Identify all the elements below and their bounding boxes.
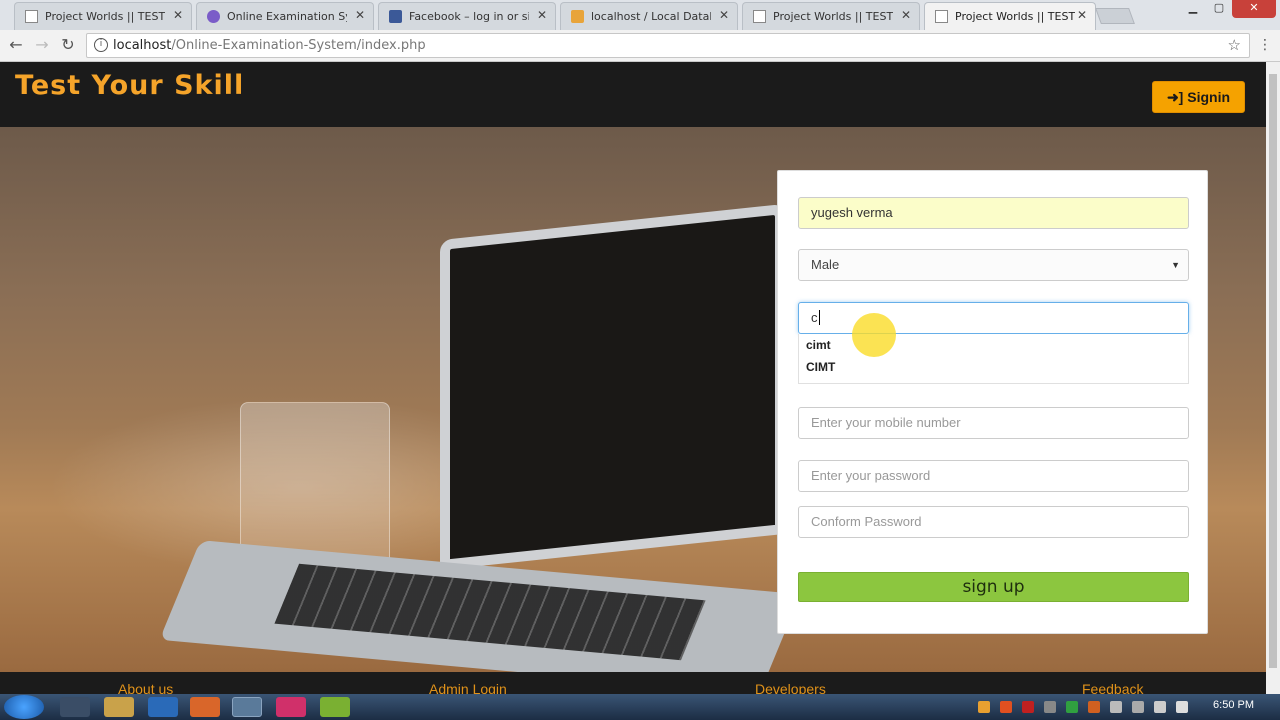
signup-form: yugesh verma Male ▼ c cimt CIMT Enter yo… bbox=[777, 170, 1208, 634]
facebook-icon bbox=[389, 10, 402, 23]
bookmark-star-icon[interactable]: ☆ bbox=[1228, 34, 1241, 57]
site-icon bbox=[207, 10, 220, 23]
tab-title: localhost / Local Databases bbox=[591, 10, 711, 23]
browser-tab-6[interactable]: Project Worlds || TEST YOUR SKILL ✕ bbox=[924, 2, 1096, 30]
browser-tab-1[interactable]: Project Worlds || TEST YOUR SKILL ✕ bbox=[14, 2, 192, 30]
developers-link[interactable]: Developers bbox=[755, 681, 826, 694]
page-scrollbar[interactable] bbox=[1266, 62, 1280, 694]
page-icon bbox=[935, 10, 948, 23]
tab-title: Project Worlds || TEST YOUR SKILL bbox=[773, 10, 893, 23]
forward-arrow-icon[interactable]: → bbox=[32, 35, 52, 55]
tab-title: Project Worlds || TEST YOUR SKILL bbox=[45, 10, 165, 23]
signin-button[interactable]: ➜] Signin bbox=[1152, 81, 1245, 113]
volume-icon[interactable] bbox=[1176, 701, 1188, 713]
minimize-icon[interactable]: ▁ bbox=[1180, 0, 1206, 18]
tray-icon[interactable] bbox=[1088, 701, 1100, 713]
tray-icon[interactable] bbox=[978, 701, 990, 713]
chrome-icon[interactable] bbox=[232, 697, 262, 717]
chevron-down-icon: ▼ bbox=[1171, 260, 1180, 270]
menu-icon[interactable]: ⋮ bbox=[1258, 37, 1272, 53]
tab-title: Facebook – log in or sign up bbox=[409, 10, 529, 23]
android-studio-icon[interactable] bbox=[320, 697, 350, 717]
maximize-icon[interactable]: ▢ bbox=[1206, 0, 1232, 18]
scrollbar-thumb[interactable] bbox=[1269, 74, 1277, 668]
about-us-link[interactable]: About us bbox=[118, 681, 173, 694]
browser-tab-5[interactable]: Project Worlds || TEST YOUR SKILL ✕ bbox=[742, 2, 920, 30]
tray-icon[interactable] bbox=[1000, 701, 1012, 713]
signin-icon: ➜] bbox=[1166, 89, 1184, 105]
tab-title: Online Examination System bbox=[227, 10, 347, 23]
browser-tab-bar: Project Worlds || TEST YOUR SKILL ✕ Onli… bbox=[0, 0, 1280, 30]
browser-tab-3[interactable]: Facebook – log in or sign up ✕ bbox=[378, 2, 556, 30]
page-icon bbox=[753, 10, 766, 23]
close-tab-icon[interactable]: ✕ bbox=[1077, 8, 1087, 22]
close-tab-icon[interactable]: ✕ bbox=[537, 8, 547, 22]
address-bar-row: ← → ↻ i localhost/Online-Examination-Sys… bbox=[0, 30, 1280, 62]
cursor-highlight bbox=[852, 313, 896, 357]
app-icon[interactable] bbox=[276, 697, 306, 717]
browser-tab-2[interactable]: Online Examination System ✕ bbox=[196, 2, 374, 30]
text-caret bbox=[818, 310, 820, 325]
signal-icon[interactable] bbox=[1110, 701, 1122, 713]
close-tab-icon[interactable]: ✕ bbox=[173, 8, 183, 22]
tray-icon[interactable] bbox=[1044, 701, 1056, 713]
close-window-icon[interactable]: ✕ bbox=[1232, 0, 1276, 18]
window-controls: ▁ ▢ ✕ bbox=[1180, 0, 1276, 20]
flag-icon[interactable] bbox=[1154, 701, 1166, 713]
admin-login-link[interactable]: Admin Login bbox=[429, 681, 507, 694]
close-tab-icon[interactable]: ✕ bbox=[355, 8, 365, 22]
autocomplete-option[interactable]: CIMT bbox=[799, 356, 1188, 378]
site-header: Test Your Skill ➜] Signin bbox=[0, 62, 1266, 127]
feedback-link[interactable]: Feedback bbox=[1082, 681, 1143, 694]
signup-button[interactable]: sign up bbox=[798, 572, 1189, 602]
browser-tab-4[interactable]: localhost / Local Databases ✕ bbox=[560, 2, 738, 30]
url-path: /Online-Examination-System/index.php bbox=[171, 38, 426, 53]
tab-title: Project Worlds || TEST YOUR SKILL bbox=[955, 10, 1075, 23]
back-arrow-icon[interactable]: ← bbox=[6, 35, 26, 55]
new-tab-button[interactable] bbox=[1095, 8, 1135, 24]
reload-icon[interactable]: ↻ bbox=[58, 35, 78, 55]
gender-value: Male bbox=[811, 257, 840, 272]
windows-taskbar: 6:50 PM bbox=[0, 694, 1280, 720]
info-icon[interactable]: i bbox=[94, 38, 108, 52]
close-tab-icon[interactable]: ✕ bbox=[719, 8, 729, 22]
page-icon bbox=[25, 10, 38, 23]
password-field[interactable]: Enter your password bbox=[798, 460, 1189, 492]
file-explorer-icon[interactable] bbox=[104, 697, 134, 717]
taskbar-clock[interactable]: 6:50 PM bbox=[1213, 699, 1254, 711]
tray-icon[interactable] bbox=[1022, 701, 1034, 713]
page-viewport: Test Your Skill ➜] Signin yugesh verma M… bbox=[0, 62, 1266, 694]
network-icon[interactable] bbox=[1132, 701, 1144, 713]
media-player-icon[interactable] bbox=[60, 697, 90, 717]
close-tab-icon[interactable]: ✕ bbox=[901, 8, 911, 22]
tray-icon[interactable] bbox=[1066, 701, 1078, 713]
site-brand: Test Your Skill bbox=[15, 70, 245, 101]
signin-label: Signin bbox=[1187, 89, 1231, 105]
firefox-icon[interactable] bbox=[190, 697, 220, 717]
url-input[interactable]: i localhost/Online-Examination-System/in… bbox=[86, 33, 1250, 58]
url-host: localhost bbox=[113, 38, 172, 53]
gender-select[interactable]: Male ▼ bbox=[798, 249, 1189, 281]
mobile-field[interactable]: Enter your mobile number bbox=[798, 407, 1189, 439]
phpmyadmin-icon bbox=[571, 10, 584, 23]
laptop-image bbox=[440, 203, 785, 571]
college-value: c bbox=[811, 310, 818, 325]
name-field[interactable]: yugesh verma bbox=[798, 197, 1189, 229]
internet-explorer-icon[interactable] bbox=[148, 697, 178, 717]
confirm-password-field[interactable]: Conform Password bbox=[798, 506, 1189, 538]
site-footer: About us Admin Login Developers Feedback bbox=[0, 672, 1266, 694]
start-button[interactable] bbox=[4, 695, 44, 719]
